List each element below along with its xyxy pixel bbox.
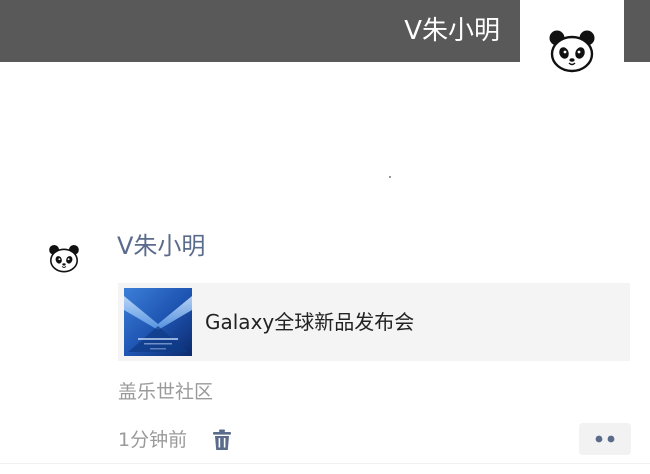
post-author-name[interactable]: V朱小明 <box>117 229 205 263</box>
event-poster-thumbnail <box>124 288 192 356</box>
panda-icon <box>549 30 595 73</box>
more-dots-icon <box>595 435 615 443</box>
trash-icon <box>213 429 231 450</box>
shared-link-card[interactable]: Galaxy全球新品发布会 <box>118 283 630 361</box>
link-thumbnail <box>124 288 192 356</box>
post-time: 1分钟前 <box>118 429 188 451</box>
post-divider <box>0 463 650 464</box>
post-author-avatar[interactable] <box>30 226 98 290</box>
panda-icon <box>49 244 79 272</box>
link-title: Galaxy全球新品发布会 <box>205 310 415 334</box>
post-source[interactable]: 盖乐世社区 <box>118 378 213 406</box>
delete-button[interactable] <box>210 426 234 454</box>
more-actions-button[interactable] <box>579 423 631 455</box>
decorative-dot <box>389 176 391 178</box>
cover-user-name: V朱小明 <box>404 16 500 46</box>
profile-avatar[interactable] <box>520 0 624 102</box>
